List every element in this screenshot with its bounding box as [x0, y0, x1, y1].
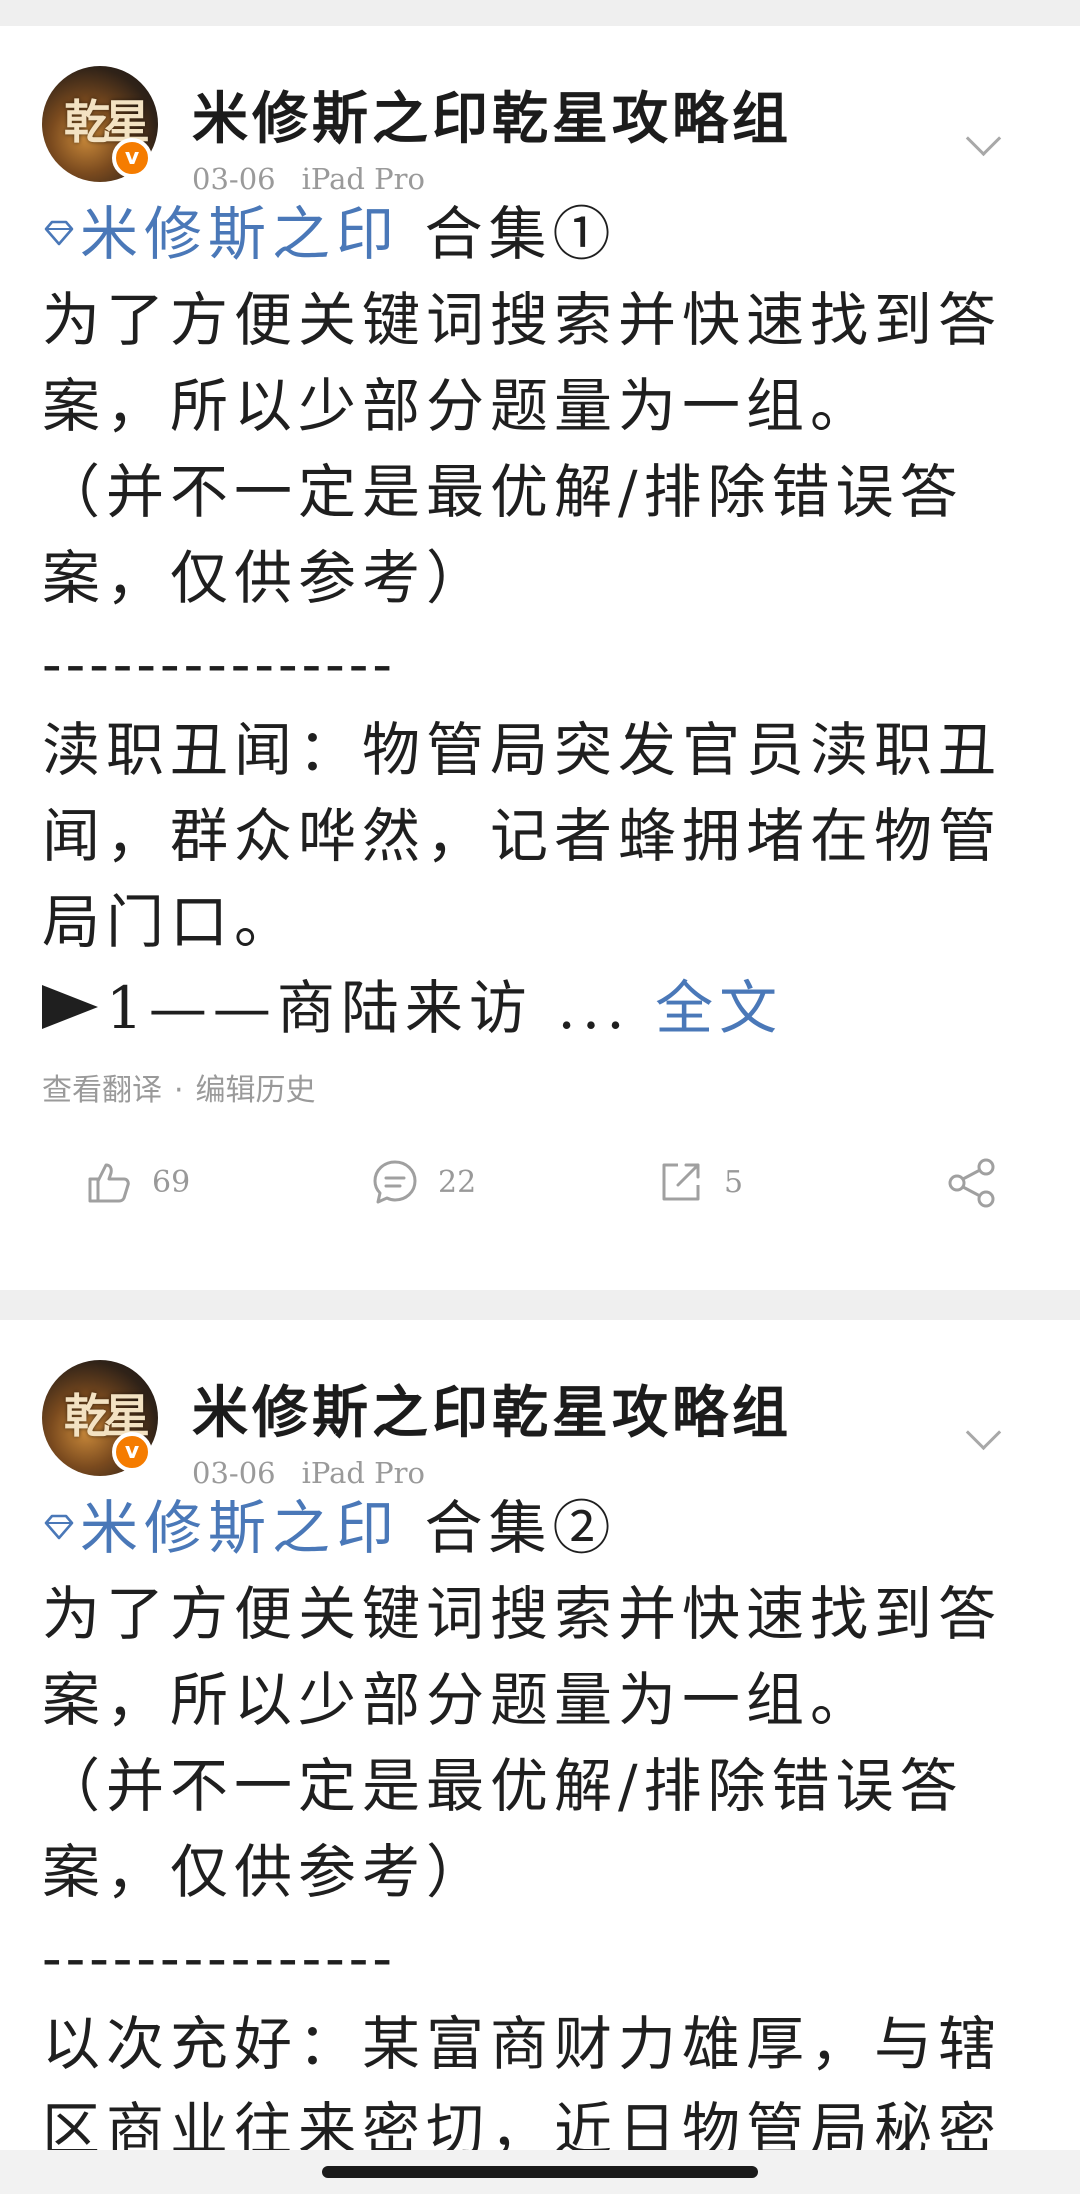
- post-card[interactable]: 乾星 v 米修斯之印乾星攻略组 03-06 iPad Pro 米修斯之印 合集② …: [0, 1320, 1080, 2150]
- comment-button[interactable]: 22: [370, 1157, 476, 1207]
- collection-label: 合集①: [424, 200, 617, 268]
- top-separator: [0, 0, 1080, 26]
- avatar[interactable]: 乾星 v: [42, 1360, 158, 1476]
- arrow-icon: [42, 984, 98, 1029]
- preview-line: 1——商陆来访 ... 全文: [42, 965, 1038, 1051]
- preview-text: 1——商陆来访: [106, 974, 533, 1042]
- ellipsis: ...: [557, 974, 631, 1042]
- verified-badge-icon: v: [112, 1432, 152, 1472]
- translate-row: 查看翻译 · 编辑历史: [42, 1065, 1038, 1108]
- diamond-topic-icon: [44, 1514, 74, 1540]
- topic-link[interactable]: 米修斯之印: [80, 1494, 400, 1562]
- translate-link[interactable]: 查看翻译: [42, 1073, 162, 1108]
- chevron-down-icon[interactable]: [965, 120, 1002, 157]
- like-count: 69: [152, 1164, 191, 1200]
- divider-text: ---------------: [42, 1924, 396, 1992]
- repost-count: 5: [724, 1164, 744, 1200]
- question-text: 以次充好：某富商财力雄厚，与辖区商业往来密切，近日物管局秘密: [42, 2010, 1003, 2150]
- action-bar: 69 22 5: [42, 1105, 1038, 1255]
- author-name[interactable]: 米修斯之印乾星攻略组: [192, 1368, 792, 1449]
- chevron-down-icon[interactable]: [965, 1414, 1002, 1451]
- note-text: （并不一定是最优解/排除错误答案，仅供参考）: [42, 458, 964, 612]
- topic-link[interactable]: 米修斯之印: [80, 200, 400, 268]
- post-device: iPad Pro: [301, 162, 426, 196]
- author-name[interactable]: 米修斯之印乾星攻略组: [192, 74, 792, 155]
- share-button[interactable]: [946, 1157, 1016, 1209]
- intro-text: 为了方便关键词搜索并快速找到答案，所以少部分题量为一组。: [42, 1580, 1003, 1734]
- intro-text: 为了方便关键词搜索并快速找到答案，所以少部分题量为一组。: [42, 286, 1003, 440]
- note-text: （并不一定是最优解/排除错误答案，仅供参考）: [42, 1752, 964, 1906]
- full-text-link[interactable]: 全文: [655, 974, 783, 1042]
- avatar[interactable]: 乾星 v: [42, 66, 158, 182]
- divider-text: ---------------: [42, 630, 396, 698]
- post-separator: [0, 1290, 1080, 1320]
- post-date: 03-06: [192, 162, 276, 196]
- post-header: 乾星 v 米修斯之印乾星攻略组 03-06 iPad Pro: [42, 26, 1038, 196]
- post-header: 乾星 v 米修斯之印乾星攻略组 03-06 iPad Pro: [42, 1320, 1038, 1490]
- post-text[interactable]: 米修斯之印 合集① 为了方便关键词搜索并快速找到答案，所以少部分题量为一组。 （…: [42, 191, 1038, 1051]
- comment-icon: [373, 1160, 417, 1204]
- topic-line: 米修斯之印 合集①: [42, 191, 1038, 277]
- collection-label: 合集②: [424, 1494, 617, 1562]
- thumb-up-icon: [88, 1163, 130, 1203]
- like-button[interactable]: 69: [84, 1157, 190, 1207]
- repost-icon: [662, 1163, 700, 1201]
- repost-button[interactable]: 5: [656, 1157, 743, 1207]
- share-icon: [948, 1158, 995, 1208]
- post-date: 03-06: [192, 1456, 276, 1490]
- topic-line: 米修斯之印 合集②: [42, 1485, 1038, 1571]
- home-indicator[interactable]: [322, 2166, 758, 2178]
- post-meta: 03-06 iPad Pro: [192, 162, 425, 196]
- post-card[interactable]: 乾星 v 米修斯之印乾星攻略组 03-06 iPad Pro 米修斯之印 合集① …: [0, 26, 1080, 1290]
- diamond-topic-icon: [44, 220, 74, 246]
- edit-history-link[interactable]: 编辑历史: [196, 1073, 316, 1108]
- post-device: iPad Pro: [301, 1456, 426, 1490]
- post-text[interactable]: 米修斯之印 合集② 为了方便关键词搜索并快速找到答案，所以少部分题量为一组。 （…: [42, 1485, 1038, 2150]
- separator-dot: ·: [174, 1073, 184, 1108]
- post-meta: 03-06 iPad Pro: [192, 1456, 425, 1490]
- question-text: 渎职丑闻：物管局突发官员渎职丑闻，群众哗然，记者蜂拥堵在物管局门口。: [42, 716, 1003, 956]
- verified-badge-icon: v: [112, 138, 152, 178]
- comment-count: 22: [438, 1164, 477, 1200]
